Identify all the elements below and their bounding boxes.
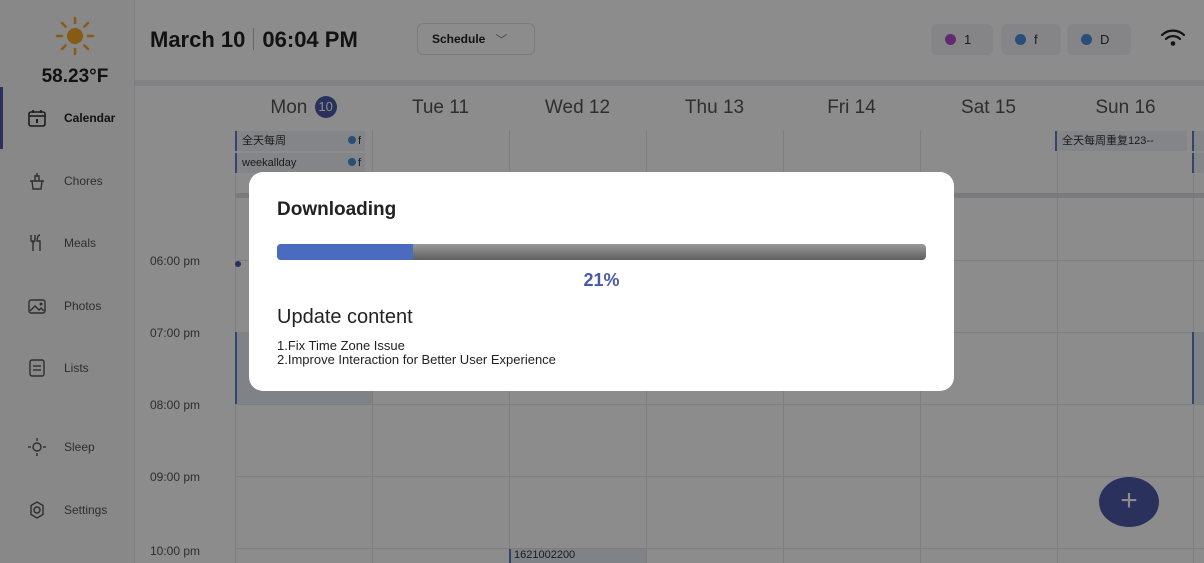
dialog-title: Downloading: [277, 199, 397, 220]
progress-percent: 21%: [583, 270, 620, 290]
download-dialog: Downloading 21% Update content 1.Fix Tim…: [249, 172, 954, 391]
update-item: 1.Fix Time Zone Issue: [277, 338, 405, 353]
download-progress-bar: [277, 244, 926, 260]
update-item: 2.Improve Interaction for Better User Ex…: [277, 352, 556, 367]
progress-fill: [277, 244, 414, 260]
update-content-title: Update content: [277, 306, 413, 328]
